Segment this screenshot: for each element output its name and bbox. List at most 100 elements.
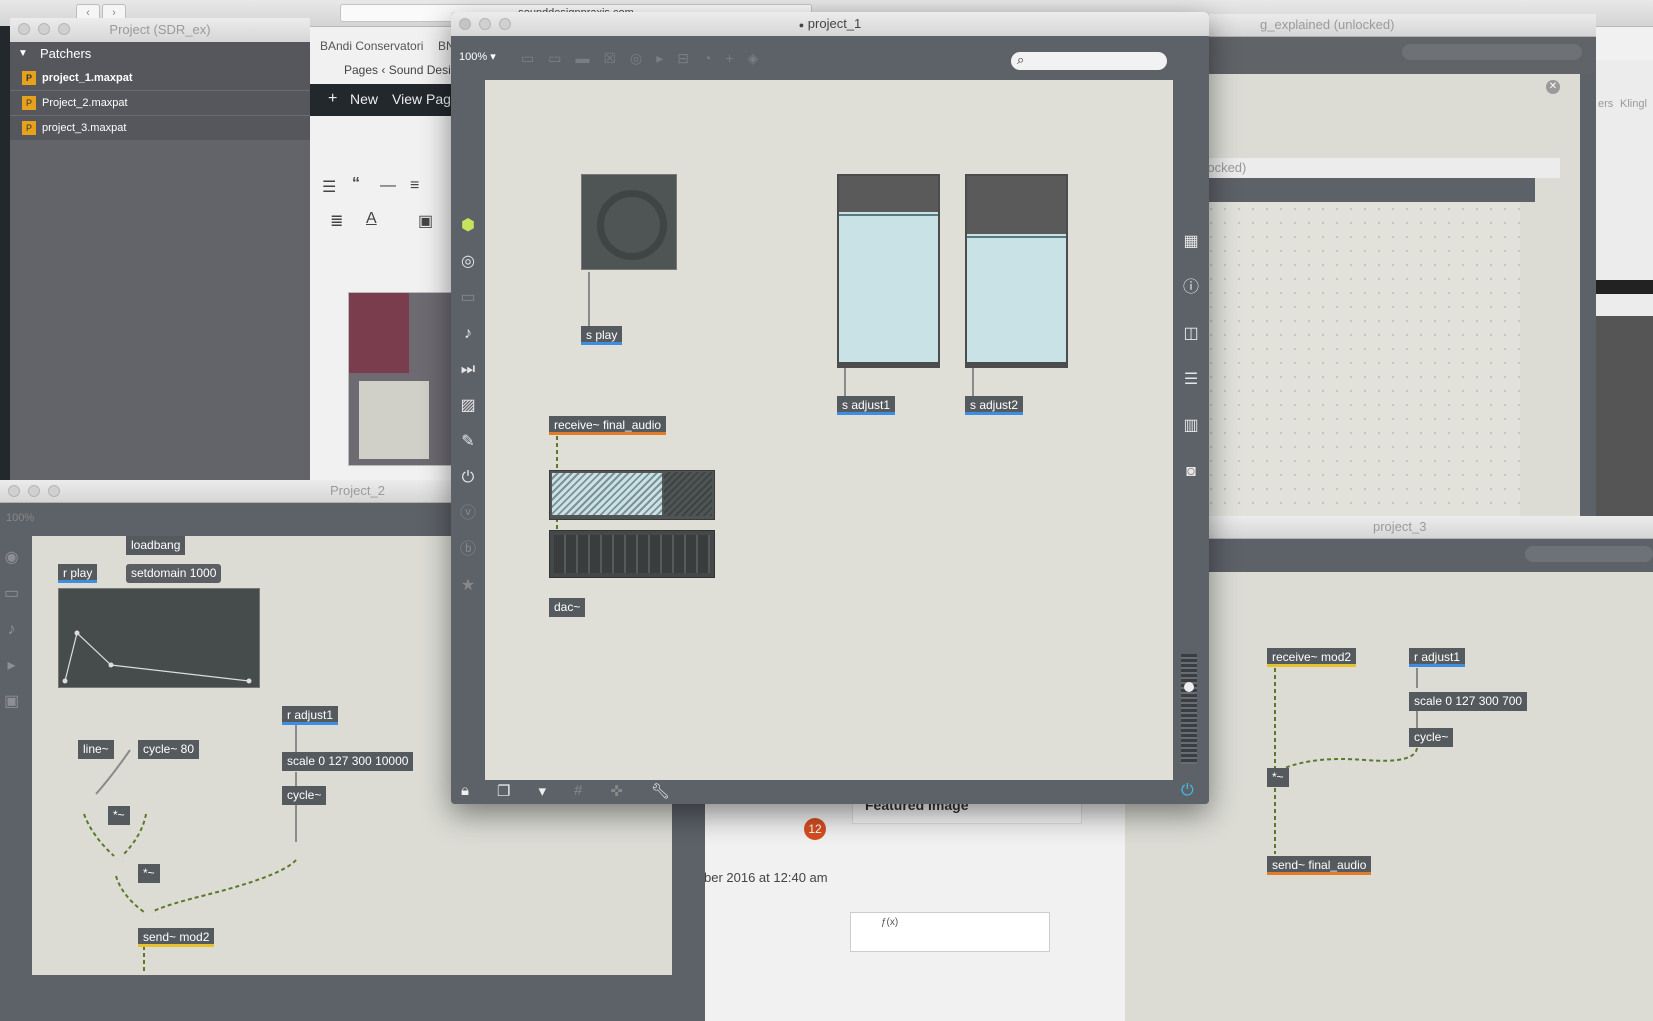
browser-tab[interactable]: Pages ‹ Sound Desi <box>300 60 460 80</box>
camera-icon[interactable]: ◙ <box>1186 454 1196 490</box>
plus-icon[interactable]: + <box>725 50 733 67</box>
quote-icon[interactable]: “ <box>352 175 360 193</box>
send-final-audio-object[interactable]: send~ final_audio <box>1267 856 1372 875</box>
zoom-window-button[interactable] <box>48 485 60 497</box>
close-window-button[interactable] <box>18 23 30 35</box>
r-play-object[interactable]: r play <box>58 564 98 583</box>
patchers-header[interactable]: ▼ Patchers <box>10 42 310 66</box>
wrench-icon[interactable]: 🔧︎ <box>651 782 670 800</box>
inner-titlebar[interactable]: unlocked) <box>1190 158 1560 178</box>
play-toggle-button[interactable] <box>581 174 677 270</box>
zoom-level[interactable]: 100% <box>6 512 34 524</box>
object-icon[interactable]: ◉ <box>5 540 19 576</box>
level-meter[interactable] <box>1181 654 1197 764</box>
note-icon[interactable]: ♪ <box>8 612 16 648</box>
receive-mod2-object[interactable]: receive~ mod2 <box>1267 648 1357 667</box>
multiply-object[interactable]: *~ <box>1267 768 1289 787</box>
toggle-icon[interactable]: ▭ <box>4 576 19 612</box>
loadbang-object[interactable]: loadbang <box>126 536 186 555</box>
cycle-object[interactable]: cycle~ <box>1409 728 1454 747</box>
paste-icon[interactable]: ▣ <box>418 211 433 231</box>
close-icon[interactable]: ✕ <box>1546 80 1560 94</box>
scale-object[interactable]: scale 0 127 300 10000 <box>282 752 414 771</box>
keyboard-icon[interactable]: ▭ <box>460 280 475 316</box>
tab-label[interactable]: Klingl <box>1620 98 1647 110</box>
new-object-icon[interactable]: ▭ <box>521 50 534 67</box>
s-play-object[interactable]: s play <box>581 326 623 345</box>
close-window-button[interactable] <box>459 18 471 30</box>
justify-icon[interactable]: ≣ <box>330 211 343 231</box>
target-icon[interactable]: ◎ <box>461 244 475 280</box>
line-object[interactable]: line~ <box>78 740 114 759</box>
plug-icon[interactable]: ⏻ <box>462 460 475 496</box>
project-window-titlebar[interactable]: Project (SDR_ex) <box>10 18 310 43</box>
setdomain-message[interactable]: setdomain 1000 <box>126 564 222 583</box>
book-icon[interactable]: ▥ <box>1183 408 1198 444</box>
star-icon[interactable]: ★ <box>461 568 475 604</box>
beap-icon[interactable]: ⓑ <box>460 532 476 568</box>
multiply-object[interactable]: *~ <box>138 864 160 883</box>
columns-icon[interactable]: ◫ <box>1183 316 1198 352</box>
zoom-dropdown[interactable]: 100% ▾ <box>459 50 496 63</box>
s-adjust1-object[interactable]: s adjust1 <box>837 396 896 415</box>
slider-icon[interactable]: ⊟ <box>677 50 689 67</box>
screen-icon[interactable]: ▾ <box>538 782 546 800</box>
adjust1-slider[interactable] <box>837 174 940 368</box>
paint-icon[interactable]: ◈ <box>748 50 759 67</box>
zoom-window-button[interactable] <box>499 18 511 30</box>
image-icon[interactable]: ▣ <box>4 684 19 720</box>
align-icon[interactable]: ≡ <box>410 177 419 195</box>
lock-icon[interactable]: 🔒︎ <box>461 782 469 800</box>
number-icon[interactable]: ▸ <box>656 50 663 67</box>
background-window-titlebar[interactable]: g_explained (unlocked) <box>1190 14 1596 37</box>
dac-object[interactable]: dac~ <box>549 598 586 617</box>
snap-icon[interactable]: ✜ <box>610 782 623 800</box>
list-item[interactable]: P project_1.maxpat <box>10 66 310 91</box>
music-note-icon[interactable]: ♪ <box>464 316 472 352</box>
r-adjust1-object[interactable]: r adjust1 <box>282 706 339 725</box>
list-item[interactable]: P Project_2.maxpat <box>10 91 310 116</box>
adjust2-slider[interactable] <box>965 174 1068 368</box>
search-input[interactable] <box>1402 44 1582 60</box>
text-color-icon[interactable]: A <box>366 210 377 228</box>
hr-icon[interactable]: — <box>380 177 396 195</box>
player-icon[interactable]: ▸ <box>8 648 16 684</box>
bang-icon[interactable]: ☒ <box>603 50 616 67</box>
admin-view-link[interactable]: View Pag <box>392 91 451 107</box>
search-input[interactable]: ⌕ <box>1011 52 1167 70</box>
volume-knob[interactable] <box>1184 682 1194 692</box>
list-icon[interactable]: ☰ <box>1184 362 1198 398</box>
info-icon[interactable]: ⓘ <box>1183 270 1199 306</box>
minimize-window-button[interactable] <box>38 23 50 35</box>
admin-new-link[interactable]: New <box>350 91 378 107</box>
list-item[interactable]: P project_3.maxpat <box>10 116 310 140</box>
dial-icon[interactable]: ◔ <box>703 50 711 67</box>
image-icon[interactable]: ▨ <box>460 388 475 424</box>
cycle-object[interactable]: cycle~ <box>282 786 327 805</box>
vst-icon[interactable]: ⓥ <box>460 496 476 532</box>
gain-slider[interactable] <box>549 470 715 520</box>
cycle-80-object[interactable]: cycle~ 80 <box>138 740 200 759</box>
toggle-icon[interactable]: ◎ <box>630 50 642 67</box>
list-icon[interactable]: ☰ <box>322 177 336 197</box>
receive-final-audio-object[interactable]: receive~ final_audio <box>549 416 667 435</box>
tab-label[interactable]: ers <box>1598 98 1613 110</box>
send-mod2-object[interactable]: send~ mod2 <box>138 928 215 947</box>
power-icon[interactable]: ⏻ <box>1181 782 1194 800</box>
grid-icon[interactable]: ▦ <box>1183 224 1198 260</box>
multiply-object[interactable]: *~ <box>108 806 130 825</box>
search-input[interactable] <box>1525 546 1653 562</box>
minimize-window-button[interactable] <box>479 18 491 30</box>
close-window-button[interactable] <box>8 485 20 497</box>
paperclip-icon[interactable]: ✎ <box>461 424 474 460</box>
presentation-icon[interactable]: ❐ <box>497 782 510 800</box>
s-adjust2-object[interactable]: s adjust2 <box>965 396 1024 415</box>
cube-icon[interactable]: ⬢ <box>461 208 475 244</box>
project-1-titlebar[interactable]: ● project_1 <box>451 12 1209 37</box>
bookmark-item[interactable]: BAndi Conservatori <box>320 39 423 53</box>
function-graph[interactable] <box>58 588 260 688</box>
minimize-window-button[interactable] <box>28 485 40 497</box>
zoom-window-button[interactable] <box>58 23 70 35</box>
player-icon[interactable]: ⏭ <box>461 352 475 388</box>
r-adjust1-object[interactable]: r adjust1 <box>1409 648 1466 667</box>
